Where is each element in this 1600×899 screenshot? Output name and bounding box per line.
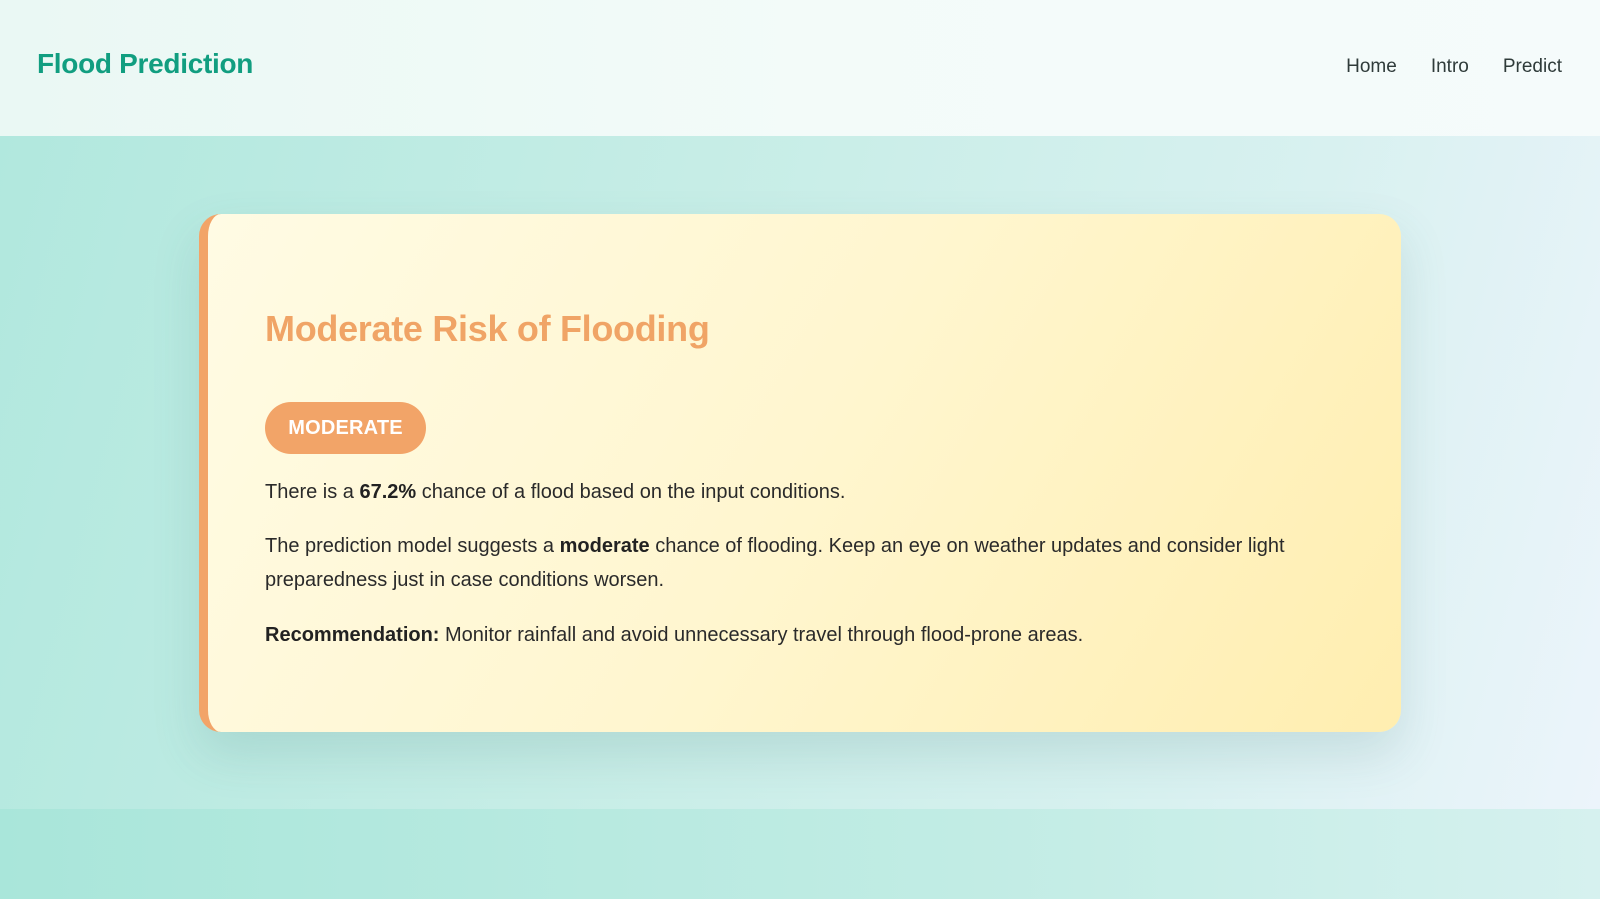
nav-link-intro[interactable]: Intro (1431, 56, 1469, 78)
result-title: Moderate Risk of Flooding (265, 308, 710, 349)
probability-suffix: chance of a flood based on the input con… (416, 481, 846, 503)
prediction-result-card: Moderate Risk of Flooding MODERATE There… (199, 214, 1401, 732)
recommendation-body: Monitor rainfall and avoid unnecessary t… (439, 624, 1084, 646)
probability-prefix: There is a (265, 481, 360, 503)
description-emphasis: moderate (559, 535, 650, 557)
description-prefix: The prediction model suggests a (265, 535, 560, 557)
nav-link-home[interactable]: Home (1346, 56, 1397, 78)
prediction-description: The prediction model suggests a moderate… (265, 529, 1335, 597)
probability-value: 67.2% (359, 481, 417, 503)
nav-link-predict[interactable]: Predict (1503, 56, 1562, 78)
recommendation-text: Recommendation: Monitor rainfall and avo… (265, 618, 1335, 652)
brand-logo-link[interactable]: Flood Prediction (37, 48, 253, 80)
recommendation-label: Recommendation: (265, 624, 440, 646)
probability-text: There is a 67.2% chance of a flood based… (265, 475, 1335, 509)
main-nav: Home Intro Predict (1346, 56, 1562, 78)
risk-level-badge: MODERATE (265, 402, 426, 454)
top-navbar: Flood Prediction Home Intro Predict (0, 0, 1600, 136)
footer-band (0, 809, 1600, 899)
